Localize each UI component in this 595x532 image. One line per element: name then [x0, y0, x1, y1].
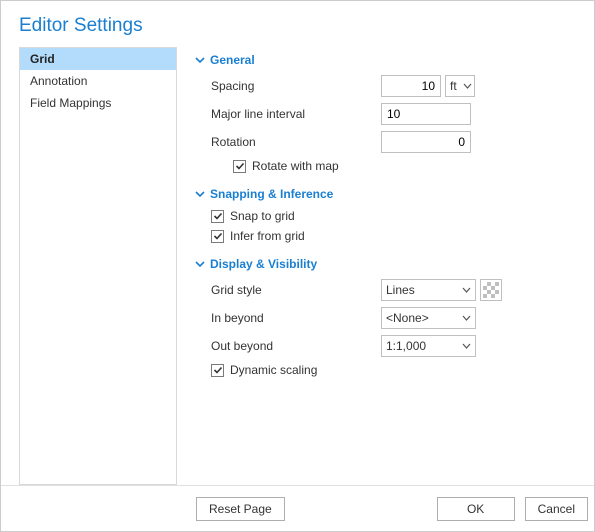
checker-icon [483, 282, 499, 298]
major-line-interval-input[interactable] [381, 103, 471, 125]
row-grid-style: Grid style Lines [195, 279, 588, 301]
label-grid-style: Grid style [211, 283, 381, 297]
row-spacing: Spacing ft [195, 75, 588, 97]
row-snap-to-grid: Snap to grid [195, 209, 588, 223]
sidebar-item-grid[interactable]: Grid [20, 48, 176, 70]
ok-button[interactable]: OK [437, 497, 515, 521]
controls-grid-style: Lines [381, 279, 502, 301]
chevron-down-icon [463, 83, 472, 89]
row-infer-from-grid: Infer from grid [195, 229, 588, 243]
sidebar-item-label: Field Mappings [30, 96, 111, 110]
infer-from-grid-checkbox[interactable] [211, 230, 224, 243]
dialog-footer: Reset Page OK Cancel [1, 485, 594, 531]
dynamic-scaling-checkbox[interactable] [211, 364, 224, 377]
label-snap-to-grid: Snap to grid [230, 209, 295, 223]
out-beyond-combo[interactable]: 1:1,000 [381, 335, 476, 357]
sidebar-item-label: Grid [30, 52, 55, 66]
controls-spacing: ft [381, 75, 475, 97]
spacing-input[interactable] [381, 75, 441, 97]
dialog-title: Editor Settings [1, 1, 594, 47]
row-rotation: Rotation [195, 131, 588, 153]
grid-style-combo[interactable]: Lines [381, 279, 476, 301]
category-sidebar: Grid Annotation Field Mappings [19, 47, 177, 485]
label-spacing: Spacing [211, 79, 381, 93]
row-dynamic-scaling: Dynamic scaling [195, 363, 588, 377]
editor-settings-dialog: Editor Settings Grid Annotation Field Ma… [0, 0, 595, 532]
label-rotate-with-map: Rotate with map [252, 159, 339, 173]
controls-rotation [381, 131, 471, 153]
combo-value: Lines [386, 283, 462, 297]
section-title: Snapping & Inference [210, 187, 333, 201]
chevron-down-icon [462, 315, 471, 321]
section-title: General [210, 53, 255, 67]
row-rotate-with-map: Rotate with map [195, 159, 588, 173]
section-header-display[interactable]: Display & Visibility [195, 257, 588, 271]
settings-content: General Spacing ft Major line interval [177, 47, 594, 485]
chevron-down-icon [462, 287, 471, 293]
combo-value: <None> [386, 311, 462, 325]
rotate-with-map-checkbox[interactable] [233, 160, 246, 173]
label-dynamic-scaling: Dynamic scaling [230, 363, 317, 377]
combo-value: 1:1,000 [386, 339, 462, 353]
chevron-down-icon [195, 189, 205, 199]
snap-to-grid-checkbox[interactable] [211, 210, 224, 223]
grid-color-swatch[interactable] [480, 279, 502, 301]
unit-value: ft [450, 79, 457, 93]
row-out-beyond: Out beyond 1:1,000 [195, 335, 588, 357]
label-in-beyond: In beyond [211, 311, 381, 325]
section-header-snapping[interactable]: Snapping & Inference [195, 187, 588, 201]
sidebar-item-label: Annotation [30, 74, 87, 88]
cancel-button[interactable]: Cancel [525, 497, 588, 521]
label-rotation: Rotation [211, 135, 381, 149]
label-out-beyond: Out beyond [211, 339, 381, 353]
dialog-body: Grid Annotation Field Mappings General S… [1, 47, 594, 485]
reset-page-button[interactable]: Reset Page [196, 497, 285, 521]
spacing-unit-combo[interactable]: ft [445, 75, 475, 97]
controls-major-line-interval [381, 103, 471, 125]
section-header-general[interactable]: General [195, 53, 588, 67]
controls-in-beyond: <None> [381, 307, 476, 329]
row-major-line-interval: Major line interval [195, 103, 588, 125]
row-in-beyond: In beyond <None> [195, 307, 588, 329]
chevron-down-icon [462, 343, 471, 349]
label-major-line-interval: Major line interval [211, 107, 381, 121]
section-title: Display & Visibility [210, 257, 317, 271]
chevron-down-icon [195, 55, 205, 65]
label-infer-from-grid: Infer from grid [230, 229, 305, 243]
sidebar-item-field-mappings[interactable]: Field Mappings [20, 92, 176, 114]
rotation-input[interactable] [381, 131, 471, 153]
sidebar-item-annotation[interactable]: Annotation [20, 70, 176, 92]
chevron-down-icon [195, 259, 205, 269]
in-beyond-combo[interactable]: <None> [381, 307, 476, 329]
controls-out-beyond: 1:1,000 [381, 335, 476, 357]
